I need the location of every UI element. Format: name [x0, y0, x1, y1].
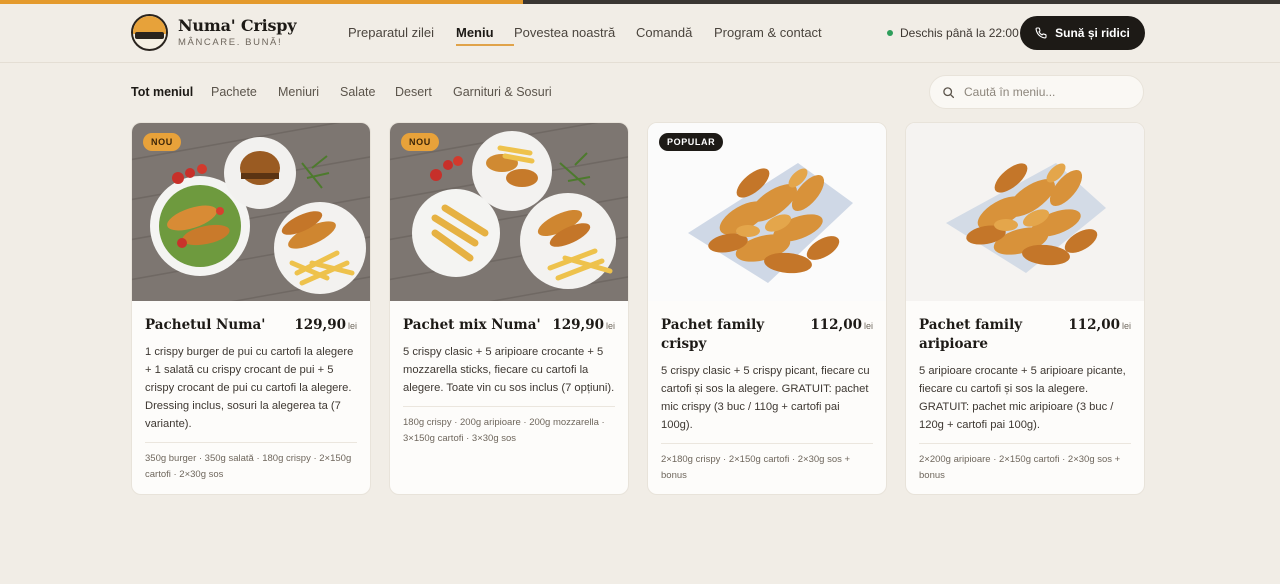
card-divider	[403, 406, 615, 407]
main-nav: Preparatul zilei Meniu Povestea noastră …	[348, 25, 834, 46]
product-card[interactable]: Pachet family aripioare 112,00 lei 5 arip…	[905, 122, 1145, 495]
filter-garnituri-sosuri[interactable]: Garnituri & Sosuri	[453, 85, 563, 99]
product-title: Pachet mix Numa'	[403, 317, 541, 333]
price-currency: lei	[1121, 321, 1131, 331]
brand-logo[interactable]: Numa' Crispy MÂNCARE. BUNĂ!	[131, 14, 297, 51]
product-photo: NOU	[132, 123, 370, 301]
price-currency: lei	[347, 321, 357, 331]
nav-item-program-contact[interactable]: Program & contact	[714, 25, 834, 40]
price-value: 129,90	[552, 317, 604, 333]
product-price: 112,00 lei	[810, 316, 873, 334]
product-photo	[906, 123, 1144, 301]
product-card[interactable]: NOU Pachetul Numa' 129,90 lei 1 crispy bu…	[131, 122, 371, 495]
product-description: 1 crispy burger de pui cu cartofi la ale…	[145, 346, 354, 430]
price-value: 112,00	[810, 317, 862, 333]
product-photo: POPULAR	[648, 123, 886, 301]
nav-item-meniu[interactable]: Meniu	[456, 25, 514, 46]
filter-pachete[interactable]: Pachete	[211, 85, 278, 99]
brand-tagline: MÂNCARE. BUNĂ!	[178, 36, 283, 48]
food-photo-illustration	[906, 123, 1144, 301]
product-price: 129,90 lei	[552, 316, 615, 334]
status-dot-icon	[887, 30, 893, 36]
product-price: 112,00 lei	[1068, 316, 1131, 334]
call-button-label: Sună și ridici	[1055, 26, 1130, 40]
product-title: Pachet family aripioare	[919, 317, 1023, 352]
price-value: 129,90	[294, 317, 346, 333]
filter-salate[interactable]: Salate	[340, 85, 395, 99]
menu-search[interactable]	[929, 75, 1144, 109]
brand-name: Numa' Crispy	[178, 15, 297, 35]
product-grid: NOU Pachetul Numa' 129,90 lei 1 crispy bu…	[131, 122, 1145, 495]
product-card[interactable]: NOU Pachet mix Numa' 129,90 lei 5 crispy …	[389, 122, 629, 495]
badge-new: NOU	[401, 133, 439, 151]
search-input[interactable]	[964, 85, 1124, 99]
filter-tot-meniul[interactable]: Tot meniul	[131, 85, 211, 99]
product-weights: 2×200g aripioare · 2×150g cartofi · 2×30…	[919, 454, 1121, 481]
category-filters: Tot meniul Pachete Meniuri Salate Desert…	[131, 85, 563, 99]
badge-popular: POPULAR	[659, 133, 724, 151]
nav-item-povestea-noastra[interactable]: Povestea noastră	[514, 25, 636, 40]
site-header: Numa' Crispy MÂNCARE. BUNĂ! Preparatul z…	[0, 4, 1280, 63]
phone-icon	[1035, 27, 1047, 39]
status-text: Deschis până la 22:00	[900, 26, 1019, 40]
product-weights: 180g crispy · 200g aripioare · 200g mozz…	[403, 417, 605, 444]
product-description: 5 crispy clasic + 5 aripioare crocante +…	[403, 346, 615, 394]
call-button[interactable]: Sună și ridici	[1020, 16, 1145, 50]
product-card[interactable]: POPULAR Pachet family crispy 112,00 lei 5…	[647, 122, 887, 495]
filter-meniuri[interactable]: Meniuri	[278, 85, 340, 99]
badge-new: NOU	[143, 133, 181, 151]
search-icon	[943, 86, 955, 98]
opening-status: Deschis până la 22:00	[887, 26, 1019, 40]
filter-desert[interactable]: Desert	[395, 85, 453, 99]
nav-item-comanda[interactable]: Comandă	[636, 25, 714, 40]
card-divider	[661, 443, 873, 444]
card-divider	[145, 442, 357, 443]
price-currency: lei	[863, 321, 873, 331]
logo-badge-icon	[131, 14, 168, 51]
product-photo: NOU	[390, 123, 628, 301]
product-weights: 350g burger · 350g salată · 180g crispy …	[145, 453, 352, 480]
product-title: Pachetul Numa'	[145, 317, 266, 333]
price-value: 112,00	[1068, 317, 1120, 333]
nav-item-preparatul-zilei[interactable]: Preparatul zilei	[348, 25, 456, 40]
price-currency: lei	[605, 321, 615, 331]
product-description: 5 aripioare crocante + 5 aripioare pican…	[919, 365, 1126, 431]
product-title: Pachet family crispy	[661, 317, 765, 352]
card-divider	[919, 443, 1131, 444]
product-description: 5 crispy clasic + 5 crispy picant, fieca…	[661, 365, 870, 431]
product-price: 129,90 lei	[294, 316, 357, 334]
product-weights: 2×180g crispy · 2×150g cartofi · 2×30g s…	[661, 454, 851, 481]
